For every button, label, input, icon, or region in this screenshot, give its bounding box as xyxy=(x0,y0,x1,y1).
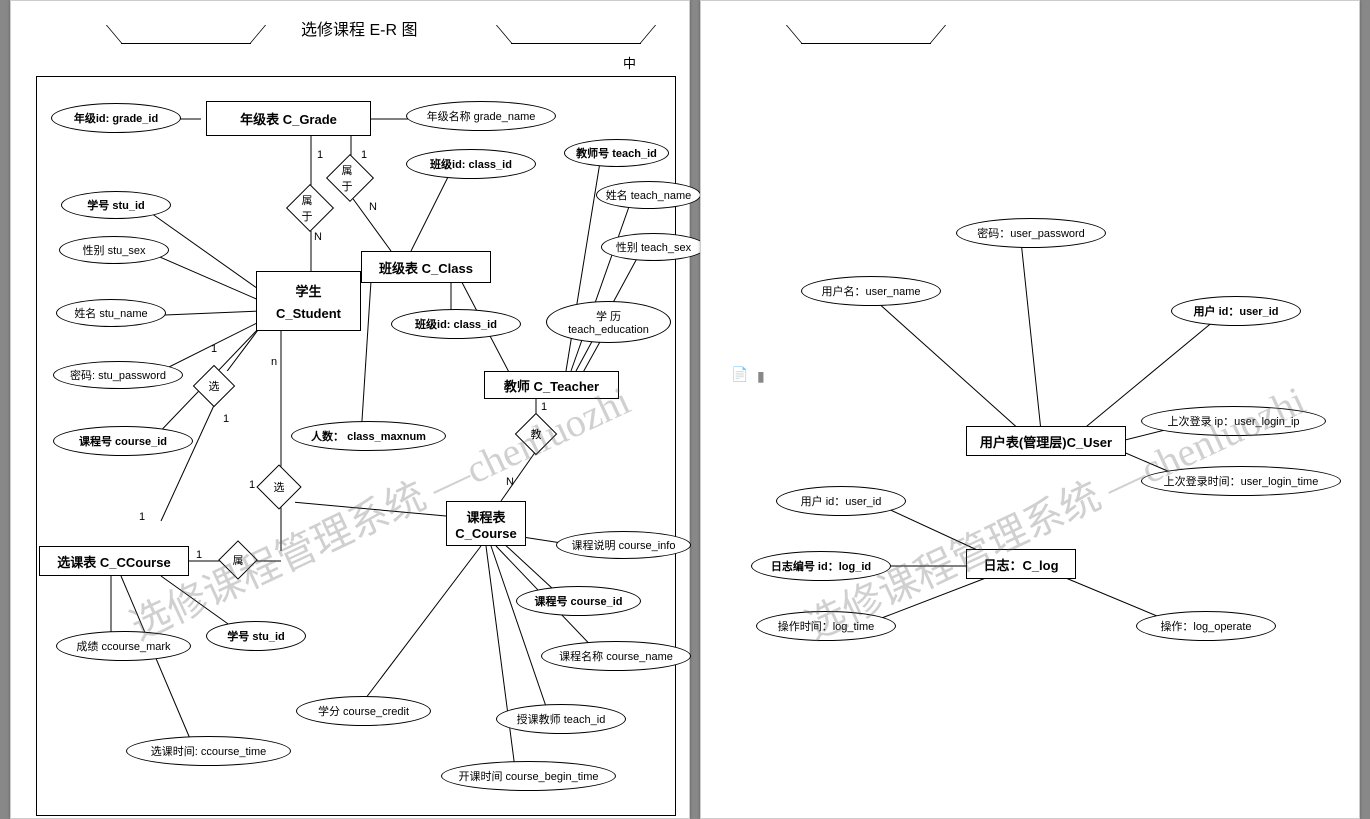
card-N1: N xyxy=(369,201,377,213)
entity-teacher: 教师 C_Teacher xyxy=(484,371,619,399)
attr-log-operate: 操作：log_operate xyxy=(1136,611,1276,641)
attr-grade-id: 年级id: grade_id xyxy=(51,103,181,133)
entity-grade: 年级表 C_Grade xyxy=(206,101,371,136)
attr-course-teach-id: 授课教师 teach_id xyxy=(496,704,626,734)
diagram-title: 选修课程 E-R 图 xyxy=(301,16,417,40)
attr-course-id: 课程号 course_id xyxy=(516,586,641,616)
attr-stu-id: 学号 stu_id xyxy=(61,191,171,219)
attr-course-name: 课程名称 course_name xyxy=(541,641,691,671)
attr-user-login-ip: 上次登录 ip：user_login_ip xyxy=(1141,406,1326,436)
document-icon: 📄 xyxy=(731,366,748,383)
attr-stu-name: 姓名 stu_name xyxy=(56,299,166,327)
attr-log-user-id: 用户 id：user_id xyxy=(776,486,906,516)
attr-class-id2: 班级id: class_id xyxy=(391,309,521,339)
attr-stu-course-id: 课程号 course_id xyxy=(53,426,193,456)
card-1h: 1 xyxy=(541,401,547,413)
card-N3: N xyxy=(506,476,514,488)
card-1c: 1 xyxy=(211,343,217,355)
entity-user: 用户表(管理层)C_User xyxy=(966,426,1126,456)
card-1: 1 xyxy=(317,149,323,161)
corner-label: 中 xyxy=(623,53,636,72)
relation-select1: 选 xyxy=(199,371,229,401)
attr-teach-sex: 性别 teach_sex xyxy=(601,233,706,261)
entity-course: 课程表 C_Course xyxy=(446,501,526,546)
card-1b: 1 xyxy=(361,149,367,161)
attr-ccourse-mark: 成绩 ccourse_mark xyxy=(56,631,191,661)
attr-course-credit: 学分 course_credit xyxy=(296,696,431,726)
entity-log: 日志：C_log xyxy=(966,549,1076,579)
relation-attr: 属 xyxy=(224,546,252,574)
tab-decoration-p2 xyxy=(801,26,931,44)
attr-course-begin-time: 开课时间 course_begin_time xyxy=(441,761,616,791)
tab-decoration-left xyxy=(121,26,251,44)
card-1d: 1 xyxy=(223,413,229,425)
entity-ccourse: 选课表 C_CCourse xyxy=(39,546,189,576)
card-1e: 1 xyxy=(139,511,145,523)
relation-belong2: 属于 xyxy=(293,191,327,225)
attr-class-maxnum: 人数： class_maxnum xyxy=(291,421,446,451)
attr-class-id1: 班级id: class_id xyxy=(406,149,536,179)
page-right: 用户表(管理层)C_User 日志：C_log 密码：user_password… xyxy=(700,0,1360,819)
entity-class: 班级表 C_Class xyxy=(361,251,491,283)
attr-teach-education: 学 历 teach_education xyxy=(546,301,671,343)
card-n1: n xyxy=(271,356,277,368)
attr-ccourse-time: 选课时间: ccourse_time xyxy=(126,736,291,766)
attr-user-login-time: 上次登录时间：user_login_time xyxy=(1141,466,1341,496)
relation-teach: 教 xyxy=(521,419,551,449)
attr-teach-id: 教师号 teach_id xyxy=(564,139,669,167)
attr-user-password: 密码：user_password xyxy=(956,218,1106,248)
attr-ccourse-stu-id: 学号 stu_id xyxy=(206,621,306,651)
relation-select2: 选 xyxy=(263,471,295,503)
card-1f: 1 xyxy=(249,479,255,491)
attr-user-id: 用户 id：user_id xyxy=(1171,296,1301,326)
attr-stu-password: 密码: stu_password xyxy=(53,361,183,389)
attr-course-info: 课程说明 course_info xyxy=(556,531,691,559)
attr-log-id: 日志编号 id：log_id xyxy=(751,551,891,581)
card-N2: N xyxy=(314,231,322,243)
page-left: 选修课程 E-R 图 中 xyxy=(10,0,690,819)
attr-grade-name: 年级名称 grade_name xyxy=(406,101,556,131)
card-1g: 1 xyxy=(196,549,202,561)
tab-decoration-right xyxy=(511,26,641,44)
relation-belong1: 属于 xyxy=(333,161,367,195)
attr-teach-name: 姓名 teach_name xyxy=(596,181,701,209)
attr-log-time: 操作时间：log_time xyxy=(756,611,896,641)
attr-user-name: 用户名：user_name xyxy=(801,276,941,306)
attr-stu-sex: 性别 stu_sex xyxy=(59,236,169,264)
cursor-icon: ▮ xyxy=(757,368,765,385)
entity-student: 学生 C_Student xyxy=(256,271,361,331)
